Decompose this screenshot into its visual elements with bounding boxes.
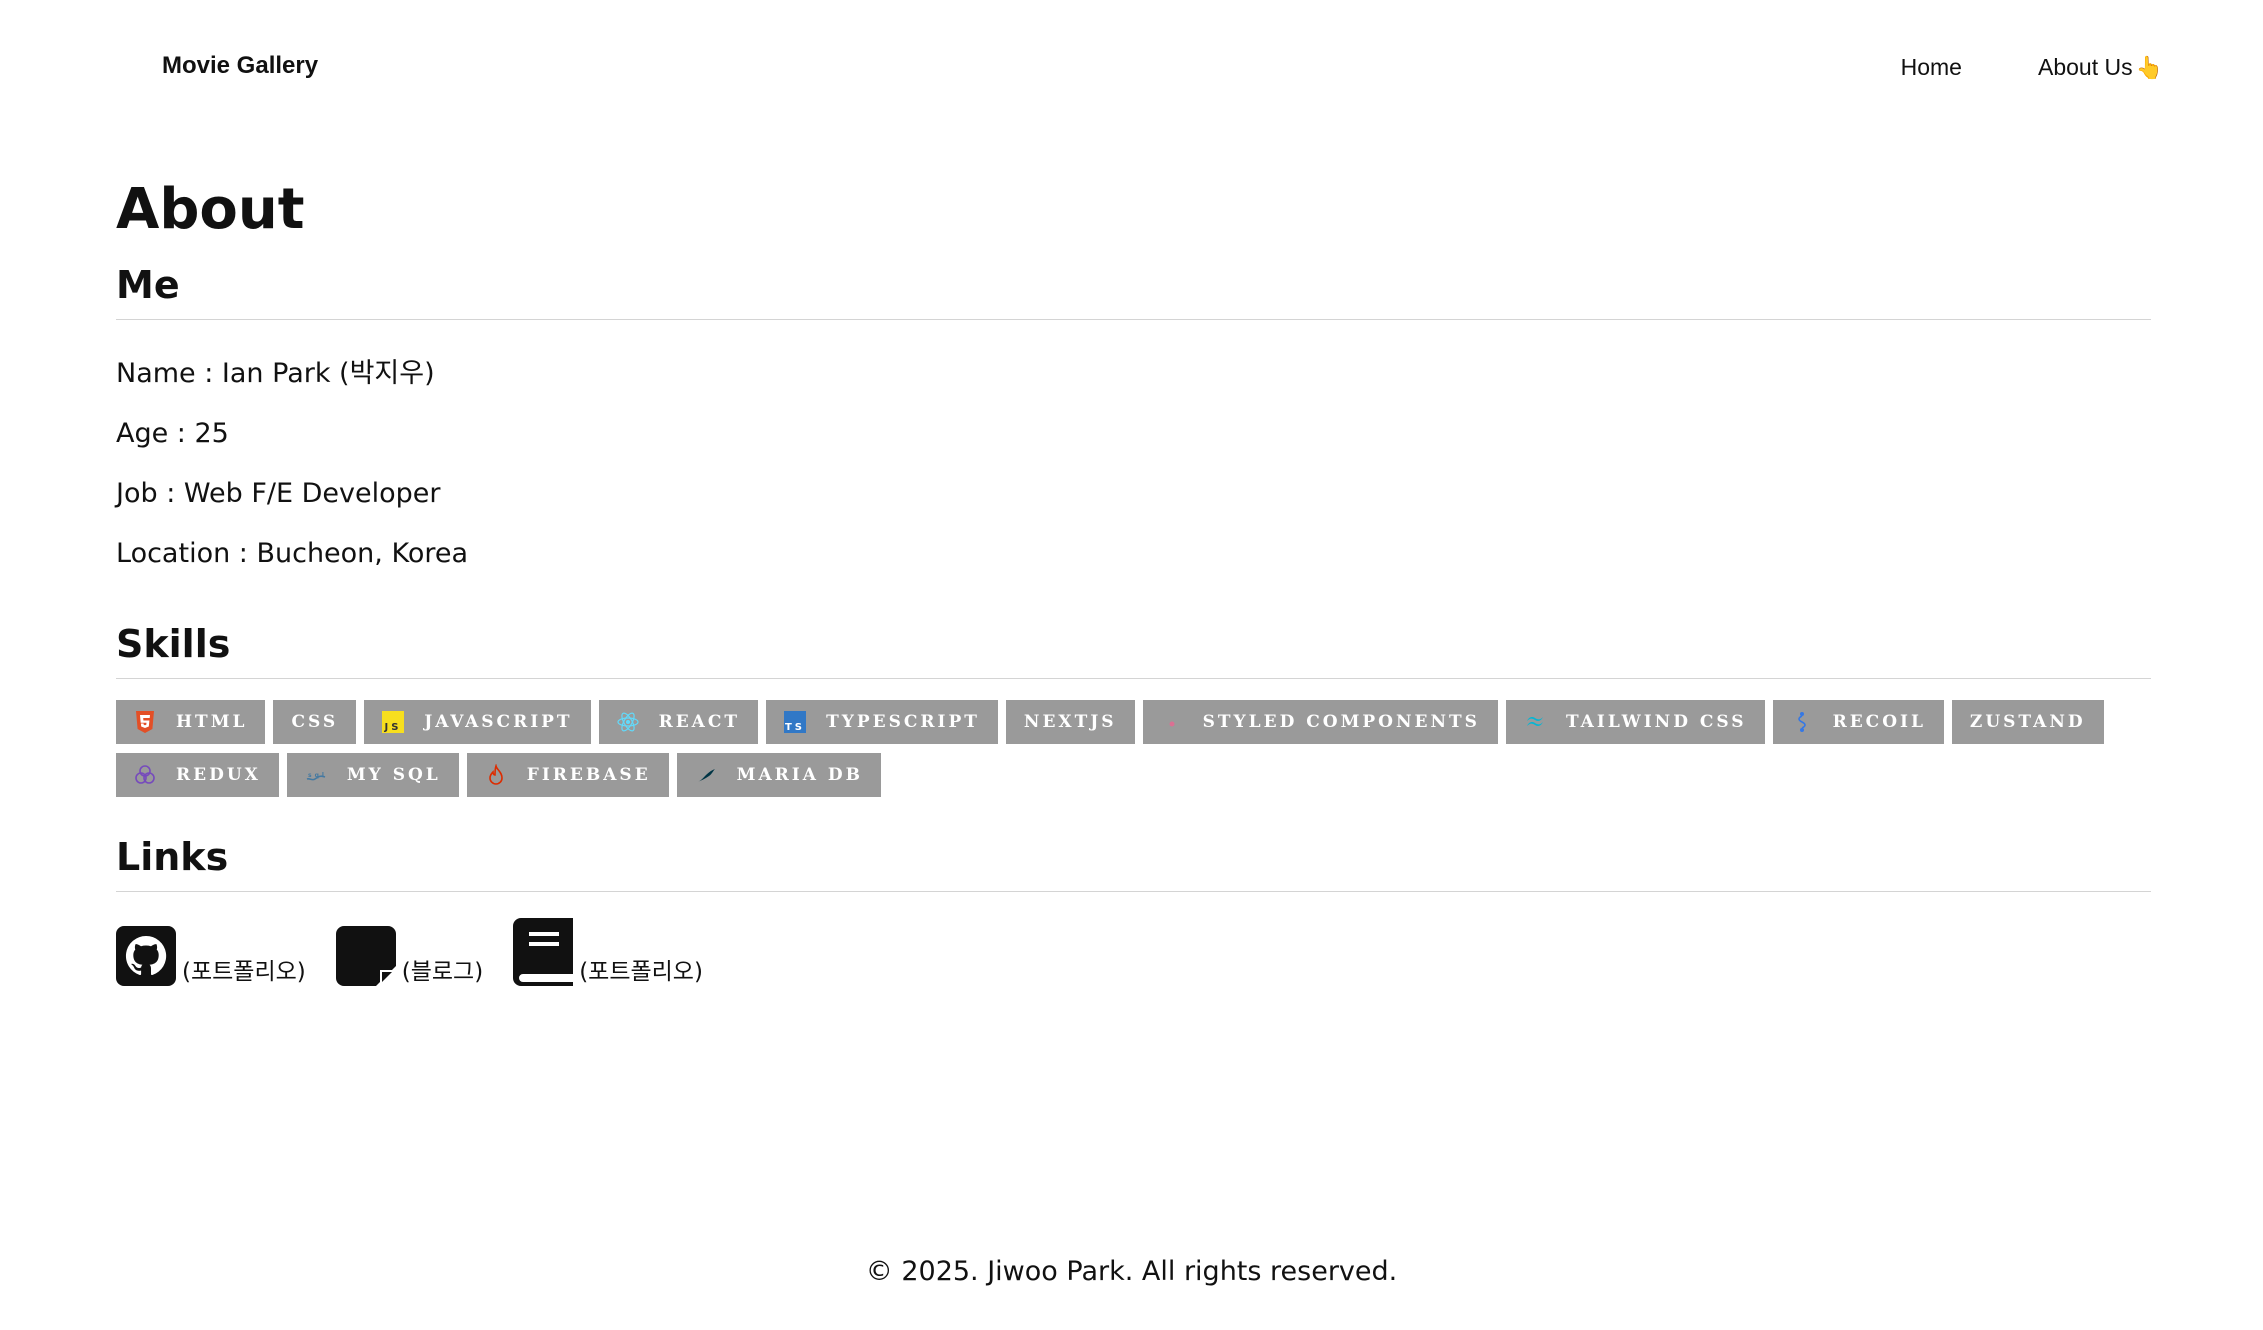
- footer: © 2025. Jiwoo Park. All rights reserved.: [0, 1256, 2263, 1287]
- link-label: (포트폴리오): [579, 959, 703, 985]
- skill-label: CSS: [291, 712, 339, 732]
- skill-label: MY SQL: [346, 765, 441, 785]
- skill-badge-nextjs: NEXTJS: [1005, 700, 1135, 744]
- tailwind-icon: [1524, 711, 1546, 733]
- html5-icon: [134, 711, 156, 733]
- skill-label: FIREBASE: [526, 765, 651, 785]
- svg-text:TS: TS: [785, 722, 805, 733]
- info-location: Location : Bucheon, Korea: [116, 538, 469, 569]
- skill-label: MARIA DB: [736, 765, 863, 785]
- nav-about-label: About Us: [2037, 54, 2133, 80]
- react-icon: [616, 711, 639, 733]
- blog-link[interactable]: (블로그): [335, 926, 484, 990]
- links-list: (포트폴리오) (블로그) (포트폴리오): [116, 918, 2151, 990]
- me-section: Me Name : Ian Park (박지우) Age : 25 Job : …: [116, 263, 2151, 584]
- notion-portfolio-link[interactable]: (포트폴리오): [513, 918, 703, 990]
- book-icon: [513, 918, 574, 990]
- skill-badge-react: REACT: [598, 700, 759, 744]
- skill-label: STYLED COMPONENTS: [1202, 712, 1480, 732]
- nav-about-link[interactable]: About Us 👆: [2038, 54, 2163, 81]
- skill-badge-firebase: FIREBASE: [466, 753, 669, 797]
- skill-label: NEXTJS: [1023, 712, 1117, 732]
- skill-badge-mysql: sql MY SQL: [286, 753, 459, 797]
- brand-logo-text[interactable]: Movie Gallery: [162, 52, 318, 80]
- copyright-text: © 2025. Jiwoo Park. All rights reserved.: [865, 1256, 1398, 1287]
- links-section: Links (포트폴리오) (블로그) (포트폴리오): [116, 835, 2151, 990]
- skill-label: TYPESCRIPT: [826, 712, 980, 732]
- skill-label: HTML: [176, 712, 248, 732]
- about-main: About Me Name : Ian Park (박지우) Age : 25 …: [116, 165, 2151, 990]
- me-heading: Me: [116, 263, 2151, 320]
- recoil-icon: [1791, 711, 1813, 733]
- pointing-hand-icon: 👆: [2135, 54, 2163, 80]
- sticky-note-icon: [335, 926, 396, 990]
- main-nav: Home About Us 👆: [1901, 54, 2163, 81]
- skill-label: REDUX: [176, 765, 261, 785]
- nav-home-link[interactable]: Home: [1901, 54, 1962, 81]
- skill-badge-zustand: ZUSTAND: [1951, 700, 2104, 744]
- skill-label: JAVASCRIPT: [424, 712, 573, 732]
- javascript-icon: JS: [382, 711, 405, 733]
- skill-badge-recoil: RECOIL: [1772, 700, 1944, 744]
- info-age: Age : 25: [116, 418, 229, 449]
- skills-heading: Skills: [116, 622, 2151, 679]
- mariadb-icon: [695, 764, 717, 786]
- skills-section: Skills HTML CSS JS JAVASCRIPT REACT TS T…: [116, 622, 2151, 797]
- skill-label: TAILWIND CSS: [1565, 712, 1747, 732]
- github-portfolio-link[interactable]: (포트폴리오): [116, 926, 306, 990]
- mysql-icon: sql: [305, 764, 327, 786]
- skill-badge-css: CSS: [273, 700, 357, 744]
- skill-label: ZUSTAND: [1969, 712, 2086, 732]
- skill-badge-styled-components: STYLED COMPONENTS: [1142, 700, 1498, 744]
- skill-badge-html: HTML: [116, 700, 266, 744]
- skill-badge-mariadb: MARIA DB: [676, 753, 881, 797]
- page-title: About: [116, 177, 305, 242]
- svg-text:JS: JS: [384, 722, 402, 733]
- links-heading: Links: [116, 835, 2151, 892]
- me-info: Name : Ian Park (박지우) Age : 25 Job : Web…: [116, 344, 2151, 584]
- skill-label: RECOIL: [1832, 712, 1926, 732]
- styled-components-icon: [1161, 711, 1183, 733]
- info-job: Job : Web F/E Developer: [116, 478, 441, 509]
- svg-text:sql: sql: [308, 772, 327, 779]
- nav-home-label: Home: [1900, 54, 1962, 80]
- skills-list: HTML CSS JS JAVASCRIPT REACT TS TYPESCRI…: [116, 700, 2151, 797]
- skill-badge-tailwind: TAILWIND CSS: [1505, 700, 1765, 744]
- skill-badge-javascript: JS JAVASCRIPT: [364, 700, 591, 744]
- github-icon: [116, 926, 176, 990]
- skill-badge-typescript: TS TYPESCRIPT: [766, 700, 998, 744]
- firebase-icon: [485, 764, 507, 786]
- header: Movie Gallery Home About Us 👆: [0, 0, 2263, 135]
- link-label: (블로그): [401, 959, 484, 985]
- redux-icon: [134, 764, 156, 786]
- link-label: (포트폴리오): [182, 959, 306, 985]
- skill-badge-redux: REDUX: [116, 753, 279, 797]
- typescript-icon: TS: [784, 711, 807, 733]
- info-name: Name : Ian Park (박지우): [116, 358, 435, 389]
- skill-label: REACT: [658, 712, 741, 732]
